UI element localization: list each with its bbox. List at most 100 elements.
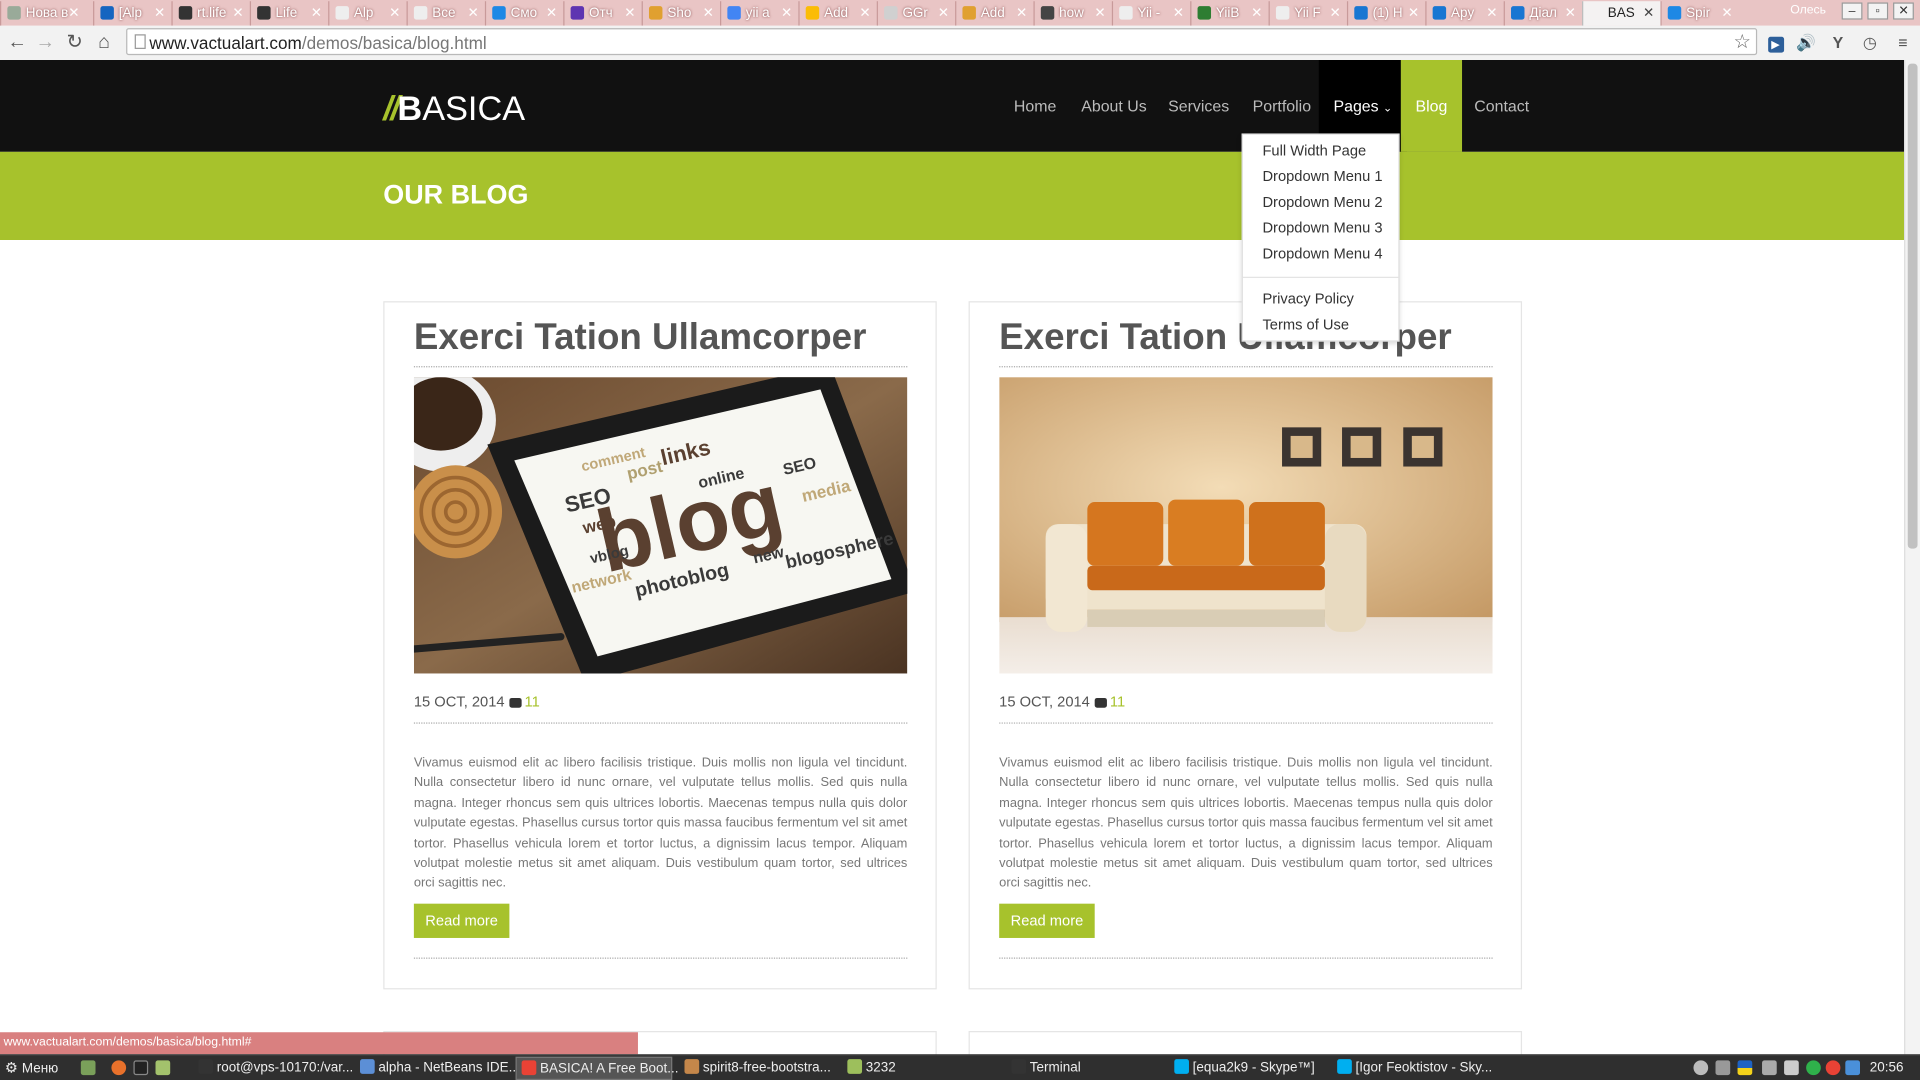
restore-button[interactable]: ▫ [1867, 2, 1889, 20]
tab-close-icon[interactable]: ✕ [1643, 5, 1654, 21]
tab-close-icon[interactable]: ✕ [154, 5, 165, 21]
history-icon[interactable]: ◷ [1859, 32, 1881, 54]
browser-tab[interactable]: Life ✕ [249, 1, 328, 26]
tab-close-icon[interactable]: ✕ [467, 5, 478, 21]
browser-tab[interactable]: how ✕ [1033, 1, 1111, 26]
yandex-icon[interactable]: Y [1827, 32, 1849, 54]
start-menu-button[interactable]: ⚙ Меню [5, 1057, 58, 1080]
nav-home[interactable]: Home [999, 60, 1071, 152]
nav-contact[interactable]: Contact [1460, 60, 1544, 152]
comment-count[interactable]: 11 [525, 693, 540, 710]
reload-icon[interactable]: ↻ [64, 32, 86, 54]
browser-tab[interactable]: Yii F ✕ [1268, 1, 1347, 26]
browser-tab[interactable]: Alp ✕ [328, 1, 406, 26]
ukraine-flag-icon[interactable] [1737, 1060, 1753, 1076]
close-window-button[interactable]: ✕ [1893, 2, 1914, 20]
nav-about[interactable]: About Us [1067, 60, 1162, 152]
comment-count[interactable]: 11 [1110, 693, 1125, 710]
browser-tab[interactable]: Sho ✕ [641, 1, 720, 26]
taskbar-task[interactable]: Terminal [1007, 1057, 1169, 1080]
tab-close-icon[interactable]: ✕ [1565, 5, 1576, 21]
browser-tab[interactable]: Apy ✕ [1425, 1, 1503, 26]
tab-close-icon[interactable]: ✕ [68, 5, 79, 21]
check-icon[interactable] [1806, 1060, 1821, 1076]
browser-tab[interactable]: Add ✕ [798, 1, 876, 26]
pen-icon[interactable] [1762, 1060, 1777, 1076]
tab-close-icon[interactable]: ✕ [1330, 5, 1341, 21]
browser-tab[interactable]: Add ✕ [955, 1, 1033, 26]
dropdown-item-privacy[interactable]: Privacy Policy [1262, 290, 1353, 307]
tab-close-icon[interactable]: ✕ [859, 5, 870, 21]
tab-close-icon[interactable]: ✕ [1721, 5, 1732, 21]
desktop-icon[interactable] [80, 1060, 96, 1076]
extension-video-icon[interactable]: ▶ [1764, 32, 1786, 54]
browser-tab[interactable]: rt.life ✕ [171, 1, 249, 26]
tab-close-icon[interactable]: ✕ [1408, 5, 1419, 21]
taskbar-task[interactable]: spirit8-free-bootstra... [680, 1057, 842, 1080]
browser-tab[interactable]: Нова в ✕ [0, 1, 86, 26]
tab-close-icon[interactable]: ✕ [311, 5, 322, 21]
browser-tab[interactable]: YiiB ✕ [1190, 1, 1268, 26]
browser-tab[interactable]: Смо ✕ [484, 1, 563, 26]
dropdown-item-menu-4[interactable]: Dropdown Menu 4 [1262, 245, 1382, 262]
taskbar-task[interactable]: root@vps-10170:/var... [193, 1057, 355, 1080]
tab-close-icon[interactable]: ✕ [938, 5, 949, 21]
browser-tab[interactable]: (1) H ✕ [1346, 1, 1425, 26]
browser-tab[interactable]: GGr ✕ [876, 1, 955, 26]
tab-close-icon[interactable]: ✕ [1251, 5, 1262, 21]
page-scrollbar[interactable] [1904, 60, 1920, 1055]
dropdown-item-menu-2[interactable]: Dropdown Menu 2 [1262, 193, 1382, 210]
tab-close-icon[interactable]: ✕ [624, 5, 635, 21]
address-bar[interactable]: www.vactualart.com/demos/basica/blog.htm… [126, 28, 1758, 56]
site-logo[interactable]: //BASICA [383, 89, 525, 128]
taskbar-task[interactable]: alpha - NetBeans IDE... [355, 1057, 520, 1080]
shield-icon[interactable] [1845, 1060, 1861, 1076]
tab-close-icon[interactable]: ✕ [703, 5, 714, 21]
tab-close-icon[interactable]: ✕ [1173, 5, 1184, 21]
files-icon[interactable] [155, 1060, 171, 1076]
browser-tab[interactable]: yii a ✕ [720, 1, 798, 26]
tab-close-icon[interactable]: ✕ [232, 5, 243, 21]
nav-blog[interactable]: Blog [1400, 60, 1463, 152]
read-more-button[interactable]: Read more [413, 903, 510, 938]
read-more-button[interactable]: Read more [999, 903, 1095, 938]
keyboard-icon[interactable] [1715, 1060, 1731, 1076]
tab-close-icon[interactable]: ✕ [1486, 5, 1497, 21]
post-title[interactable]: Exerci Tation Ullamcorper [414, 317, 867, 359]
tab-close-icon[interactable]: ✕ [546, 5, 557, 21]
terminal-launcher-icon[interactable] [133, 1060, 149, 1076]
menu-icon[interactable]: ≡ [1892, 32, 1914, 54]
browser-tab[interactable]: Spir ✕ [1660, 1, 1738, 26]
scrollbar-thumb[interactable] [1907, 63, 1918, 549]
post-image-blog-tablet[interactable]: blog SEO web links post online photoblog… [413, 377, 908, 674]
browser-tab[interactable]: Діал ✕ [1503, 1, 1582, 26]
minimize-button[interactable]: – [1841, 2, 1863, 20]
volume-icon[interactable] [1784, 1060, 1799, 1076]
browser-tab[interactable]: BAS ✕ [1582, 1, 1661, 26]
tab-close-icon[interactable]: ✕ [389, 5, 400, 21]
firefox-icon[interactable] [111, 1060, 127, 1076]
back-icon[interactable]: ← [6, 32, 28, 54]
bookmark-star-icon[interactable]: ☆ [1733, 29, 1751, 53]
speaker-icon[interactable]: 🔊 [1795, 32, 1817, 54]
tab-close-icon[interactable]: ✕ [781, 5, 792, 21]
taskbar-clock[interactable]: 20:56 [1870, 1057, 1904, 1080]
tab-close-icon[interactable]: ✕ [1016, 5, 1027, 21]
forward-icon[interactable]: → [34, 32, 56, 54]
post-image-sofa[interactable] [999, 377, 1493, 674]
taskbar-task[interactable]: [equa2k9 - Skype™] [1169, 1057, 1331, 1080]
user-icon[interactable] [1693, 1060, 1709, 1076]
tab-close-icon[interactable]: ✕ [1094, 5, 1105, 21]
taskbar-task[interactable]: [Igor Feoktistov - Sky... [1332, 1057, 1494, 1080]
nav-services[interactable]: Services [1153, 60, 1243, 152]
dropdown-item-menu-3[interactable]: Dropdown Menu 3 [1262, 219, 1382, 236]
home-icon[interactable]: ⌂ [93, 32, 115, 54]
browser-tab[interactable]: Отч ✕ [563, 1, 641, 26]
browser-tab[interactable]: [Alp ✕ [93, 1, 171, 26]
taskbar-task[interactable]: BASICA! A Free Boot... [515, 1056, 679, 1080]
taskbar-task[interactable]: 3232 [842, 1057, 1004, 1080]
chrome-icon[interactable] [1825, 1060, 1841, 1076]
dropdown-item-menu-1[interactable]: Dropdown Menu 1 [1262, 168, 1382, 185]
dropdown-item-full-width[interactable]: Full Width Page [1262, 142, 1366, 159]
browser-tab[interactable]: Все ✕ [406, 1, 485, 26]
